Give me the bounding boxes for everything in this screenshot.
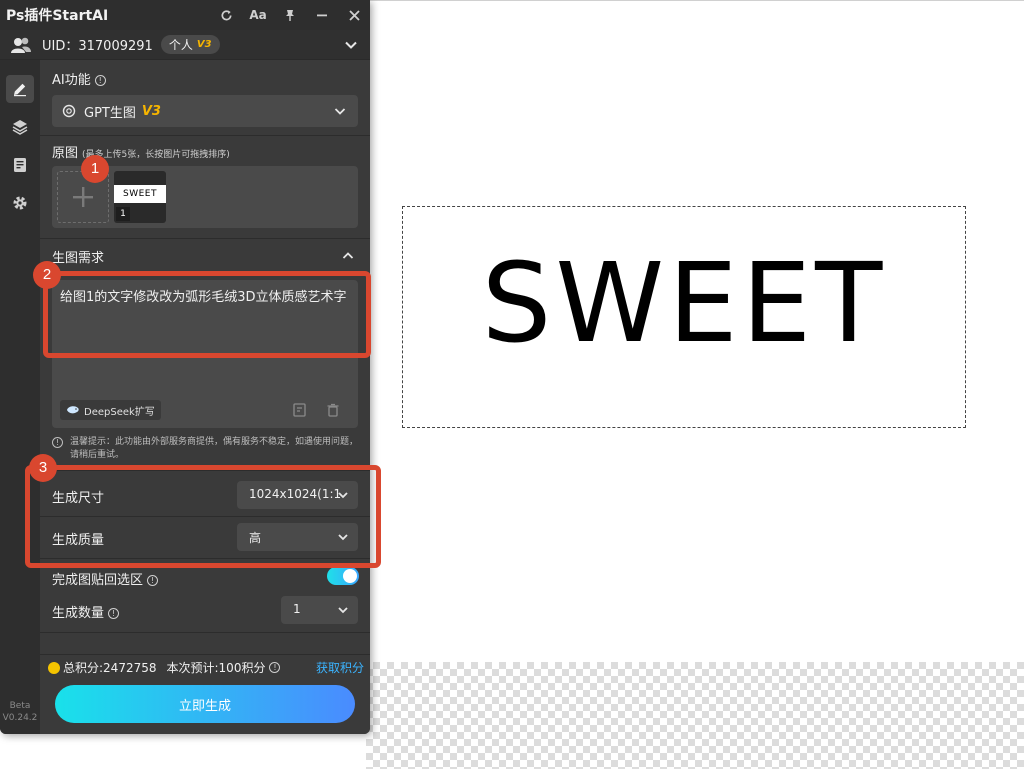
- version-beta: Beta: [9, 701, 31, 711]
- whale-icon: [67, 406, 79, 414]
- deepseek-label: DeepSeek扩写: [84, 406, 155, 418]
- tier-version: V3: [196, 39, 212, 50]
- source-image-thumbnail[interactable]: SWEET 1: [114, 171, 166, 223]
- gear-icon: [13, 196, 27, 210]
- nav-edit[interactable]: [6, 75, 34, 103]
- canvas-edge: [366, 0, 1024, 1]
- estimated-cost: 本次预计:100积分: [166, 661, 266, 675]
- chevron-up-icon[interactable]: [342, 250, 354, 262]
- chevron-down-icon: [338, 607, 348, 614]
- close-icon[interactable]: [346, 7, 362, 23]
- trash-icon[interactable]: [325, 402, 341, 418]
- plugin-version: Beta V0.24.2: [0, 700, 40, 724]
- info-icon[interactable]: !: [147, 575, 159, 586]
- annotation-box-2: [43, 271, 371, 358]
- info-icon[interactable]: !: [94, 75, 106, 86]
- count-row: 生成数量! 1: [40, 590, 370, 630]
- titlebar-actions: Aa: [218, 0, 362, 30]
- account-tier-badge: 个人 V3: [160, 35, 220, 54]
- model-select[interactable]: GPT生图 V3: [52, 95, 358, 127]
- pencil-icon: [14, 83, 26, 97]
- model-version: V3: [141, 103, 161, 119]
- paste-back-label: 完成图贴回选区: [52, 573, 144, 588]
- users-icon: [11, 37, 31, 53]
- pin-icon[interactable]: [282, 7, 298, 23]
- info-icon[interactable]: !: [269, 662, 281, 673]
- history-icon[interactable]: [292, 402, 308, 418]
- prompt-heading: 生图需求: [52, 251, 105, 266]
- count-heading: 生成数量!: [52, 602, 120, 621]
- transparent-checkerboard: [366, 662, 1024, 769]
- annotation-badge-3: 3: [29, 454, 57, 482]
- divider: [40, 632, 370, 633]
- layers-icon: [12, 120, 28, 135]
- annotation-box-3: [25, 465, 381, 568]
- version-number: V0.24.2: [2, 713, 38, 723]
- document-icon: [14, 158, 26, 172]
- user-id: UID：317009291: [42, 39, 153, 54]
- side-navigation: Beta V0.24.2: [0, 60, 40, 734]
- minimize-icon[interactable]: [314, 7, 330, 23]
- count-select[interactable]: 1: [281, 596, 358, 624]
- annotation-badge-1: 1: [81, 155, 109, 183]
- source-image-heading: 原图 (最多上传5张，长按图片可拖拽排序): [52, 142, 230, 161]
- nav-document[interactable]: [6, 151, 34, 179]
- footer: 总积分:2472758 本次预计:100积分 ! 获取积分 立即生成: [40, 654, 370, 734]
- notice-text: 温馨提示：此功能由外部服务商提供，偶有服务不稳定，如遇使用问题，请稍后重试。: [70, 437, 359, 460]
- toggle-knob: [343, 569, 357, 583]
- thumbnail-image: SWEET: [114, 185, 166, 203]
- thumbnail-index: 1: [116, 207, 130, 221]
- ai-function-heading: AI功能!: [52, 69, 106, 88]
- source-image-label: 原图: [52, 146, 79, 161]
- nav-layers[interactable]: [6, 113, 34, 141]
- count-value: 1: [293, 602, 301, 616]
- divider: [40, 135, 370, 136]
- total-credits: 总积分:2472758: [63, 661, 157, 675]
- title-bar[interactable]: Ps插件StartAI Aa: [0, 0, 370, 30]
- plus-icon: [73, 187, 93, 207]
- service-notice: ! 温馨提示：此功能由外部服务商提供，偶有服务不稳定，如遇使用问题，请稍后重试。: [52, 436, 358, 462]
- app-title: Ps插件StartAI: [6, 8, 109, 24]
- font-size-icon[interactable]: Aa: [249, 7, 266, 23]
- generate-button[interactable]: 立即生成: [55, 685, 355, 723]
- get-credits-link[interactable]: 获取积分: [316, 659, 364, 676]
- openai-icon: [62, 104, 76, 118]
- info-icon[interactable]: !: [108, 608, 120, 619]
- user-bar[interactable]: UID：317009291 个人 V3: [0, 30, 370, 60]
- nav-settings[interactable]: [6, 189, 34, 217]
- refresh-icon[interactable]: [218, 7, 234, 23]
- tier-label: 个人: [168, 38, 193, 52]
- model-name: GPT生图: [84, 105, 136, 121]
- chevron-down-icon: [334, 108, 346, 115]
- chevron-down-icon[interactable]: [344, 38, 358, 52]
- divider: [40, 238, 370, 239]
- ai-function-label: AI功能: [52, 73, 91, 88]
- canvas-text-layer: SWEET: [481, 239, 887, 367]
- deepseek-expand-button[interactable]: DeepSeek扩写: [60, 400, 161, 420]
- annotation-badge-2: 2: [33, 261, 61, 289]
- info-icon: !: [52, 437, 63, 448]
- paste-back-heading: 完成图贴回选区!: [52, 569, 159, 588]
- count-label: 生成数量: [52, 606, 105, 621]
- startai-plugin-panel: Ps插件StartAI Aa UID：317009291 个人 V3 Beta …: [0, 0, 370, 734]
- coin-icon: [48, 661, 60, 674]
- paste-back-toggle[interactable]: [327, 567, 359, 585]
